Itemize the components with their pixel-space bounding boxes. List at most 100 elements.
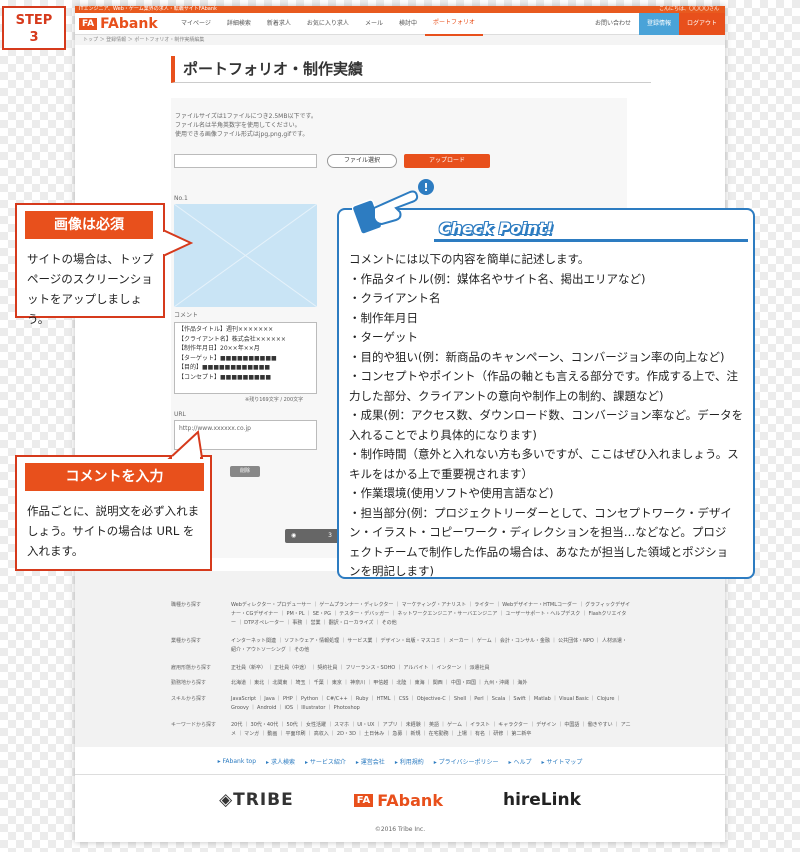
char-counter: ※残り169文字 / 200文字 [245, 397, 304, 403]
brand-row: ◈TRIBE FA FAbank hireLink [75, 790, 725, 810]
footer-row: スキルから探す JavaScript ｜ Java ｜ PHP ｜ Python… [171, 695, 631, 713]
check-point-line: ン・イラスト・コピーワーク・ディレクションを担当…などなど。プロジ [349, 525, 727, 539]
comment-textarea[interactable]: 【作品タイトル】週刊××××××× 【クライアント名】株式会社×××××× 【制… [174, 322, 317, 394]
footer-row-links[interactable]: 北海道 ｜ 東北 ｜ 北関東 ｜ 埼玉 ｜ 千葉 ｜ 東京 ｜ 神奈川 ｜ 甲信… [231, 679, 631, 688]
footer-link-company[interactable]: ▸ 運営会社 [356, 757, 385, 766]
nav-search[interactable]: 詳細検索 [219, 13, 259, 35]
logo-text: FAbank [100, 15, 158, 32]
contact-link[interactable]: お問い合わせ [587, 13, 639, 35]
footer-link-privacy[interactable]: ▸ プライバシーポリシー [434, 757, 499, 766]
footer-row-label: 業種から探す [171, 638, 202, 644]
nav-mail[interactable]: メール [357, 13, 391, 35]
logo-mark: FA [79, 17, 98, 30]
fabank-logo[interactable]: FA FAbank [353, 790, 443, 810]
callout-pointer [167, 430, 204, 460]
tribe-logo-text: TRIBE [233, 790, 294, 810]
footer-links: ▸ FAbank top ▸ 求人検索 ▸ サービス紹介 ▸ 運営会社 ▸ 利用… [75, 749, 725, 775]
check-point-line: ・ターゲット [349, 330, 418, 344]
page-title: ポートフォリオ・制作実績 [171, 56, 651, 83]
check-point-line: ・制作時間（意外と入れない方も多いですが、ここはぜひ入れましょう。ス [349, 447, 739, 461]
callout-line: サイトの場合は、トップ [27, 252, 154, 266]
footer-row-links[interactable]: インターネット関連 ｜ ソフトウェア・情報処理 ｜ サービス業 ｜ デザイン・出… [231, 637, 631, 655]
comment-line: 【ターゲット】■■■■■■■■■■ [178, 354, 277, 362]
pager-label: 3 [328, 532, 332, 539]
check-point-line: ンを明記します) [349, 564, 434, 578]
footer-row: 勤務地から探す 北海道 ｜ 東北 ｜ 北関東 ｜ 埼玉 ｜ 千葉 ｜ 東京 ｜ … [171, 679, 631, 688]
footer-link-terms[interactable]: ▸ 利用規約 [395, 757, 424, 766]
register-info-button[interactable]: 登録情報 [638, 12, 679, 35]
step-number: 3 [29, 30, 39, 45]
item-number: No.1 [174, 195, 188, 202]
footer-link-service[interactable]: ▸ サービス紹介 [305, 757, 346, 766]
comment-line: 【制作年月日】20××年××月 [178, 345, 260, 352]
note-line: ファイル名は半角英数字を使用してください。 [175, 122, 301, 129]
logout-button[interactable]: ログアウト [678, 12, 725, 35]
check-point-line: ェクトチームで制作した作品の場合は、あなたが担当した領域とポジショ [349, 544, 729, 559]
file-select-button[interactable]: ファイル選択 [327, 154, 397, 168]
file-name-field[interactable] [174, 154, 317, 168]
image-placeholder[interactable] [173, 203, 318, 308]
copyright: ©2016 Tribe Inc. [374, 826, 426, 833]
callout-body: 作品ごとに、説明文を必ず入れま しょう。サイトの場合は URL を 入れます。 [27, 501, 199, 561]
url-label: URL [174, 411, 186, 418]
footer-link-help[interactable]: ▸ ヘルプ [509, 757, 532, 766]
check-point-box: Check Point! コメントには以下の内容を簡単に記述します。 ・作品タイ… [337, 208, 755, 579]
nav-portfolio[interactable]: ポートフォリオ [424, 12, 483, 36]
check-point-line: ・作業環境(使用ソフトや使用言語など) [349, 486, 554, 500]
image-placeholder-icon [173, 203, 318, 308]
check-point-line: ・担当部分(例：プロジェクトリーダーとして、コンセプトワーク・デザイ [349, 505, 732, 520]
nav-new-jobs[interactable]: 新着求人 [259, 13, 299, 35]
upload-button[interactable]: アップロード [404, 154, 490, 168]
callout-line: ページのスクリーンショ [27, 272, 153, 286]
check-point-line: ・作品タイトル(例：媒体名やサイト名、掲出エリアなど) [349, 271, 646, 286]
footer-row-label: スキルから探す [171, 696, 207, 702]
check-point-line: ・目的や狙い(例：新商品のキャンペーン、コンバージョン率の向上など) [349, 349, 725, 364]
comment-line: 【クライアント名】株式会社×××××× [178, 335, 286, 343]
comment-line: 【目的】■■■■■■■■■■■■ [178, 364, 271, 371]
check-point-line: 力した部分、クライアントの意向や制作上の制約、課題など) [349, 388, 664, 403]
nav-favorites[interactable]: お気に入り求人 [299, 13, 357, 35]
callout-line: ットをアップしましょう。 [27, 292, 142, 326]
pager-button[interactable]: ◉ 3 [285, 529, 345, 543]
hirelink-logo[interactable]: hireLink [503, 790, 581, 810]
footer-link-sitemap[interactable]: ▸ サイトマップ [541, 757, 582, 766]
check-point-line: コメントには以下の内容を簡単に記述します。 [349, 252, 590, 266]
footer-row: 業種から探す インターネット関連 ｜ ソフトウェア・情報処理 ｜ サービス業 ｜… [171, 637, 631, 655]
check-point-line: ・制作年月日 [349, 310, 418, 325]
footer-link-search[interactable]: ▸ 求人検索 [266, 757, 295, 766]
callout-line: しょう。サイトの場合は URL を [27, 524, 195, 538]
footer-row-label: 勤務地から探す [171, 680, 207, 686]
footer-row-links[interactable]: 正社員（新卒） ｜ 正社員（中途） ｜ 契約社員 ｜ フリーランス・SOHO ｜… [231, 664, 631, 673]
footer-link-top[interactable]: ▸ FAbank top [218, 758, 256, 765]
footer-row-links[interactable]: 20代 ｜ 30代・40代 ｜ 50代 ｜ 女性活躍 ｜ スマホ ｜ UI・UX… [231, 721, 631, 739]
footer: 職種から探す Webディレクター・プロデューサー ｜ ゲームプランナー・ディレク… [75, 571, 725, 747]
callout-pointer [163, 228, 193, 258]
footer-row: 職種から探す Webディレクター・プロデューサー ｜ ゲームプランナー・ディレク… [171, 601, 631, 628]
fabank-logo-text: FAbank [377, 790, 443, 810]
check-point-line: 入れることでより具体的になります) [349, 427, 537, 442]
footer-row-links[interactable]: JavaScript ｜ Java ｜ PHP ｜ Python ｜ C#/C+… [231, 695, 631, 713]
callout-line: 作品ごとに、説明文を必ず入れま [27, 504, 200, 518]
comment-label: コメント [174, 312, 199, 319]
footer-row-links[interactable]: Webディレクター・プロデューサー ｜ ゲームプランナー・ディレクター ｜ マー… [231, 601, 631, 628]
step-label: STEP [15, 13, 53, 28]
footer-row-label: 職種から探す [171, 602, 202, 608]
delete-button[interactable]: 削除 [230, 466, 260, 477]
callout-line: 入れます。 [27, 544, 84, 558]
callout-body: サイトの場合は、トップ ページのスクリーンショ ットをアップしましょう。 [27, 249, 163, 329]
tribe-logo[interactable]: ◈TRIBE [219, 790, 294, 810]
pointing-hand-icon: ! [352, 179, 434, 235]
breadcrumb: トップ ＞ 登録情報 ＞ ポートフォリオ・制作実績編集 [75, 35, 725, 45]
comment-line: 【作品タイトル】週刊××××××× [178, 326, 274, 333]
logo[interactable]: FA FAbank [75, 16, 173, 32]
nav-considering[interactable]: 検討中 [391, 13, 425, 35]
form-notes: ファイルサイズは1ファイルにつき2.5MB以下です。 ファイル名は半角英数字を使… [175, 112, 317, 139]
svg-text:!: ! [423, 181, 428, 194]
callout-title: コメントを入力 [25, 463, 204, 491]
footer-row-label: 雇用形態から探す [171, 665, 212, 671]
check-point-title: Check Point! [439, 219, 554, 238]
nav-mypage[interactable]: マイページ [173, 13, 219, 35]
note-line: 使用できる画像ファイル形式はjpg,png,gifです。 [175, 131, 309, 138]
main-nav: FA FAbank マイページ 詳細検索 新着求人 お気に入り求人 メール 検討… [75, 12, 725, 36]
footer-row-label: キーワードから探す [171, 722, 217, 728]
